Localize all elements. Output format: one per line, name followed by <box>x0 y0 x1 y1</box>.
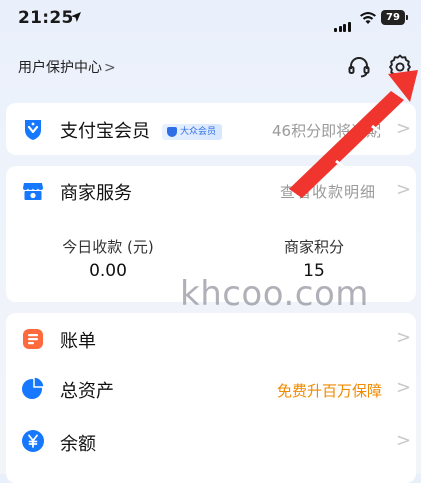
merchant-services-title[interactable]: 商家服务 <box>60 179 132 205</box>
membership-title: 支付宝会员 <box>60 121 150 142</box>
merchant-store-icon <box>23 183 43 200</box>
membership-level-badge: 大众会员 <box>162 124 223 140</box>
wifi-icon <box>360 11 376 24</box>
shield-icon <box>167 127 177 137</box>
menu-item-label: 余额 <box>60 434 96 455</box>
chevron-right-icon: > <box>396 377 412 398</box>
chevron-right-icon: > <box>396 430 412 451</box>
user-protection-link[interactable]: 用户保护中心 > <box>18 57 116 77</box>
today-receipts-value[interactable]: 0.00 <box>48 261 168 281</box>
red-pointer-arrow-annotation <box>289 70 418 198</box>
today-receipts-label: 今日收款 (元) <box>62 238 154 256</box>
chevron-right-icon: > <box>104 60 116 76</box>
status-time: 21:25 <box>18 8 74 28</box>
chevron-right-icon: > <box>396 327 412 348</box>
menu-item-label: 总资产 <box>60 381 114 402</box>
watermark-text: khcoo.com <box>180 274 369 314</box>
merchant-points-label: 商家积分 <box>283 238 344 256</box>
menu-item-label: 账单 <box>60 331 96 352</box>
cellular-signal-icon <box>334 13 352 32</box>
user-protection-label: 用户保护中心 <box>18 60 102 76</box>
balance-yen-icon <box>22 430 44 452</box>
membership-icon <box>25 120 41 140</box>
location-arrow-icon <box>71 12 81 22</box>
total-assets-pie-icon <box>22 376 45 399</box>
battery-indicator: 79 <box>381 10 408 25</box>
free-upgrade-promo[interactable]: 免费升百万保障 <box>277 380 382 401</box>
bill-icon <box>23 329 43 349</box>
